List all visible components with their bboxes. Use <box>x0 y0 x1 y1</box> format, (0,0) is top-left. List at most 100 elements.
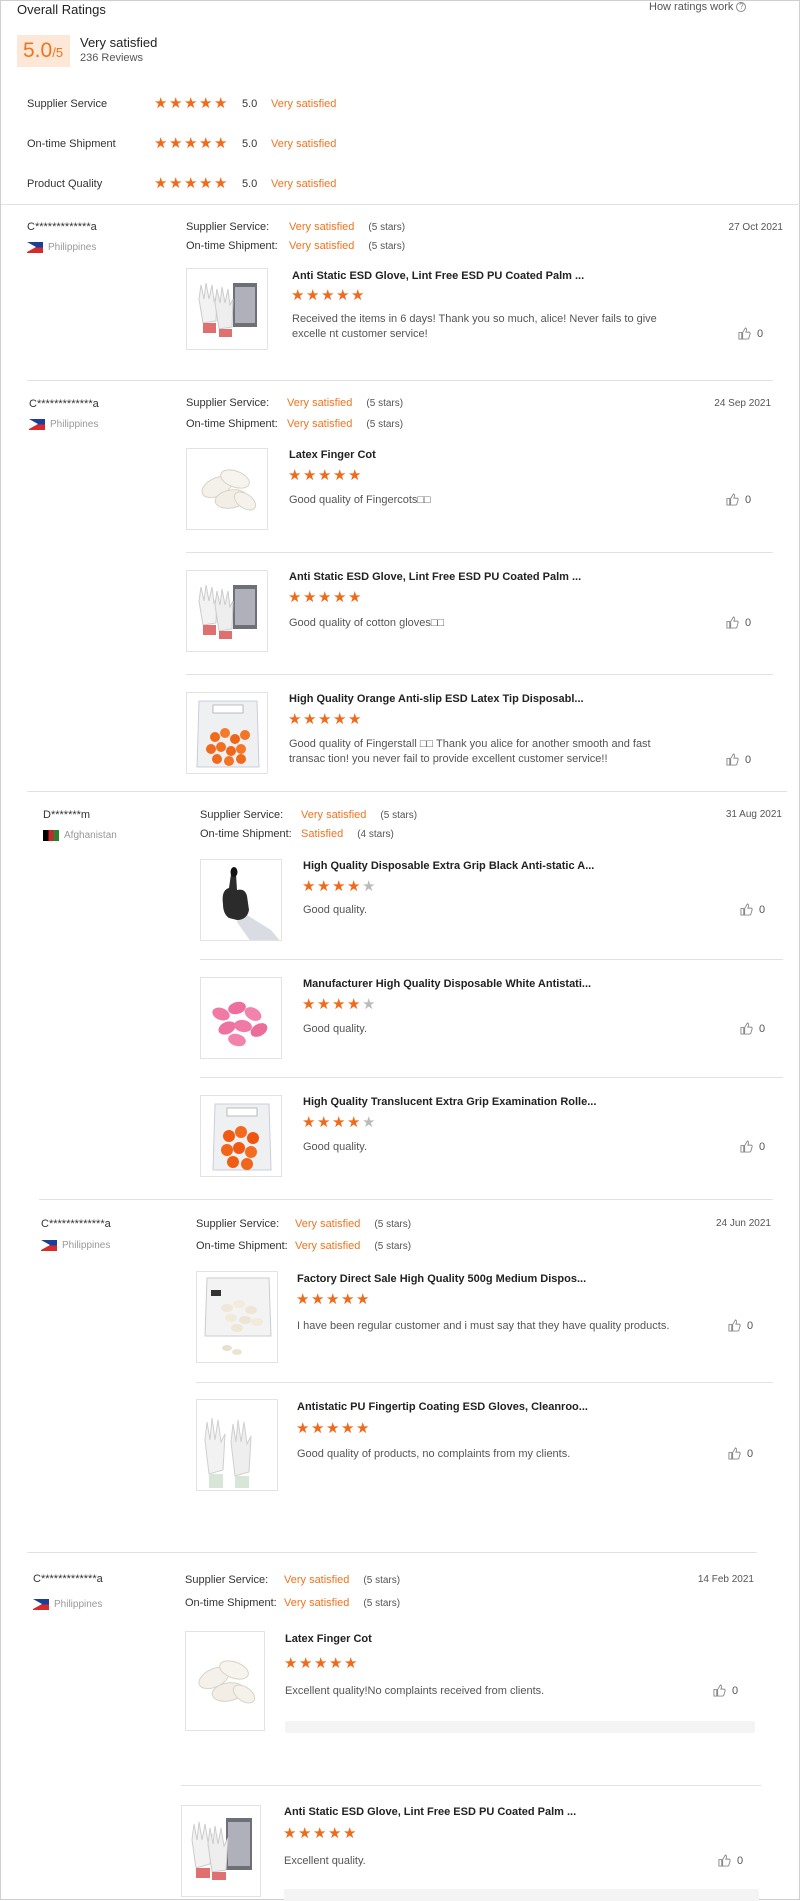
reviewer-name: C*************a <box>29 398 99 410</box>
supplier-service-stars: (5 stars) <box>374 1218 412 1230</box>
like-button[interactable]: 0 <box>728 1447 753 1460</box>
supplier-service-rating: Supplier Service: Very satisfied (5 star… <box>200 809 417 821</box>
product-stars: ★ ★ ★ ★ ★ <box>283 1825 357 1842</box>
star-filled-icon: ★ <box>169 95 183 112</box>
review-text: Good quality. <box>303 904 368 916</box>
star-filled-icon: ★ <box>356 1420 370 1437</box>
reviewer-country: Philippines <box>27 242 96 253</box>
supplier-service-word: Very satisfied <box>287 397 353 409</box>
like-button[interactable]: 0 <box>726 753 751 766</box>
like-button[interactable]: 0 <box>740 1022 765 1035</box>
reviewer-country: Philippines <box>33 1599 102 1610</box>
product-thumbnail[interactable] <box>186 268 268 350</box>
product-title[interactable]: Anti Static ESD Glove, Lint Free ESD PU … <box>284 1806 576 1818</box>
like-button[interactable]: 0 <box>726 616 751 629</box>
star-filled-icon: ★ <box>332 996 346 1013</box>
product-title[interactable]: High Quality Translucent Extra Grip Exam… <box>303 1096 596 1108</box>
category-name: On-time Shipment <box>27 138 116 150</box>
product-thumbnail[interactable] <box>200 859 282 941</box>
ontime-shipment-stars: (5 stars) <box>366 418 404 430</box>
thumbs-up-icon <box>740 1140 753 1153</box>
star-empty-icon: ★ <box>362 996 376 1013</box>
white-gloves-image <box>191 1818 252 1880</box>
divider <box>27 380 773 381</box>
like-button[interactable]: 0 <box>740 1140 765 1153</box>
thumbs-up-icon <box>740 1022 753 1035</box>
star-filled-icon: ★ <box>169 135 183 152</box>
how-ratings-work-label: How ratings work <box>649 1 734 13</box>
product-stars: ★ ★ ★ ★ ★ <box>288 589 362 606</box>
product-title[interactable]: Latex Finger Cot <box>289 449 376 461</box>
category-row-ontime-shipment: On-time Shipment ★ ★ ★ ★ ★ 5.0 Very satisfie… <box>27 135 336 153</box>
star-filled-icon: ★ <box>288 711 302 728</box>
like-count: 0 <box>732 1684 739 1697</box>
product-thumbnail[interactable] <box>181 1805 261 1897</box>
like-count: 0 <box>747 1319 754 1332</box>
supplier-service-label: Supplier Service: <box>186 397 270 409</box>
product-title[interactable]: Factory Direct Sale High Quality 500g Me… <box>297 1273 586 1285</box>
star-filled-icon: ★ <box>333 589 347 606</box>
like-button[interactable]: 0 <box>726 493 751 506</box>
overall-score-badge: 5.0/5 <box>17 35 70 67</box>
like-button[interactable]: 0 <box>713 1684 738 1697</box>
review-count: 236 Reviews <box>80 52 143 64</box>
star-filled-icon: ★ <box>341 1291 355 1308</box>
thumbs-up-icon <box>738 327 751 340</box>
star-filled-icon: ★ <box>336 287 350 304</box>
philippines-flag-icon <box>29 419 45 430</box>
star-filled-icon: ★ <box>321 287 335 304</box>
product-title[interactable]: High Quality Disposable Extra Grip Black… <box>303 860 594 872</box>
philippines-flag-icon <box>41 1240 57 1251</box>
product-thumbnail[interactable] <box>196 1399 278 1491</box>
category-value: 5.0 <box>242 178 258 190</box>
ontime-shipment-word: Satisfied <box>301 828 344 840</box>
product-stars: ★ ★ ★ ★ ★ <box>284 1656 358 1671</box>
star-filled-icon: ★ <box>199 95 213 112</box>
orange-finger-cots-bag-image <box>196 700 260 768</box>
ontime-shipment-label: On-time Shipment: <box>196 1240 288 1252</box>
review-text: Good quality of cotton gloves□□ <box>289 617 445 629</box>
product-title[interactable]: Anti Static ESD Glove, Lint Free ESD PU … <box>292 270 584 282</box>
star-filled-icon: ★ <box>184 175 198 192</box>
ontime-shipment-stars: (4 stars) <box>357 828 394 840</box>
white-gloves-image <box>198 282 257 337</box>
product-thumbnail[interactable] <box>186 570 268 652</box>
category-row-product-quality: Product Quality ★ ★ ★ ★ ★ 5.0 Very satisfied <box>27 175 336 193</box>
like-count: 0 <box>747 1447 754 1460</box>
category-word: Very satisfied <box>271 138 337 150</box>
how-ratings-work-link[interactable]: How ratings work ? <box>649 1 747 13</box>
supplier-service-rating: Supplier Service: Very satisfied (5 star… <box>186 221 405 233</box>
product-thumbnail[interactable] <box>200 1095 282 1177</box>
product-thumbnail[interactable] <box>185 1631 265 1731</box>
product-thumbnail[interactable] <box>196 1271 278 1363</box>
star-filled-icon: ★ <box>283 1825 297 1842</box>
product-title[interactable]: Antistatic PU Fingertip Coating ESD Glov… <box>297 1401 588 1413</box>
product-title[interactable]: Manufacturer High Quality Disposable Whi… <box>303 978 591 990</box>
supplier-service-label: Supplier Service: <box>200 809 284 821</box>
category-row-supplier-service: Supplier Service ★ ★ ★ ★ ★ 5.0 Very satisfie… <box>27 95 336 113</box>
category-value: 5.0 <box>242 98 258 110</box>
star-empty-icon: ★ <box>362 1114 376 1131</box>
product-title[interactable]: Anti Static ESD Glove, Lint Free ESD PU … <box>289 571 581 583</box>
like-button[interactable]: 0 <box>728 1319 753 1332</box>
star-filled-icon: ★ <box>332 878 346 895</box>
like-button[interactable]: 0 <box>718 1854 743 1867</box>
divider <box>186 674 773 675</box>
like-button[interactable]: 0 <box>740 903 765 916</box>
star-filled-icon: ★ <box>169 175 183 192</box>
product-thumbnail[interactable] <box>186 448 268 530</box>
supplier-service-label: Supplier Service: <box>186 221 270 233</box>
product-title[interactable]: Latex Finger Cot <box>285 1633 372 1645</box>
supplier-service-word: Very satisfied <box>284 1574 350 1586</box>
category-stars: ★ ★ ★ ★ ★ <box>154 95 242 112</box>
review-text: Good quality of products, no complaints … <box>297 1448 571 1460</box>
like-count: 0 <box>759 1022 766 1035</box>
star-filled-icon: ★ <box>333 467 347 484</box>
like-button[interactable]: 0 <box>738 327 763 340</box>
star-filled-icon: ★ <box>288 467 302 484</box>
product-thumbnail[interactable] <box>200 977 282 1059</box>
product-title[interactable]: High Quality Orange Anti-slip ESD Latex … <box>289 693 584 705</box>
country-name: Afghanistan <box>64 830 117 841</box>
product-thumbnail[interactable] <box>186 692 268 774</box>
product-stars: ★ ★ ★ ★ ★ <box>288 711 362 728</box>
